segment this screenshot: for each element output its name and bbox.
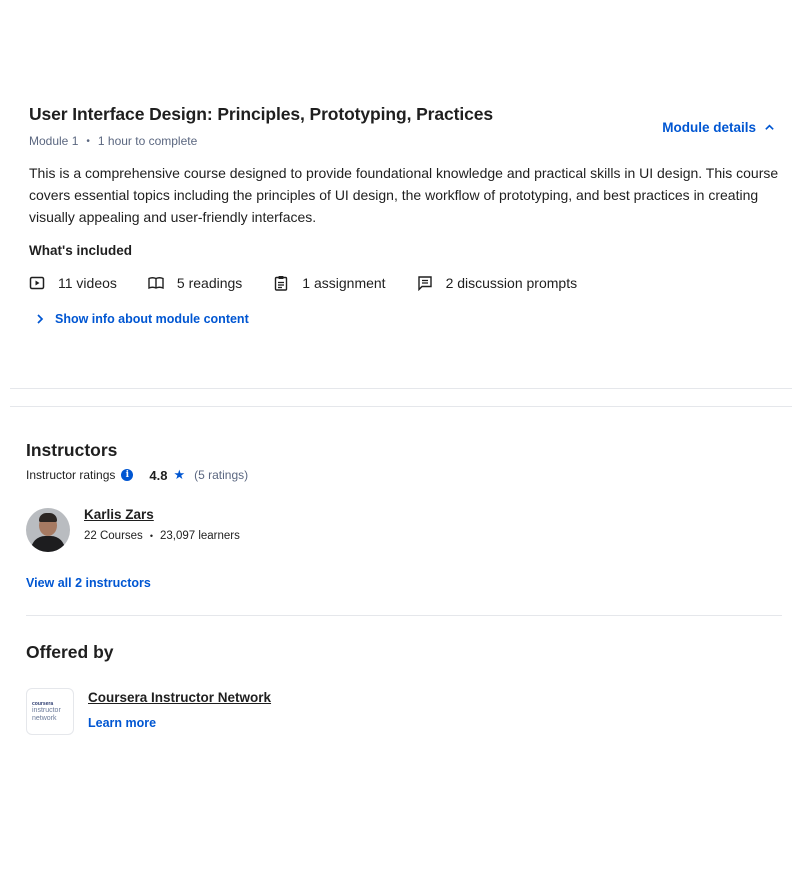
instructor-name-link[interactable]: Karlis Zars [84, 507, 240, 522]
divider [10, 406, 792, 407]
show-module-info-link[interactable]: Show info about module content [35, 312, 781, 326]
included-item-label: 1 assignment [302, 275, 386, 291]
included-item-label: 5 readings [176, 275, 243, 291]
logo-text: network [32, 714, 57, 722]
instructor-courses: 22 Courses [84, 530, 143, 542]
star-icon: ★ [173, 467, 186, 482]
video-icon [29, 276, 45, 290]
view-all-instructors-link[interactable]: View all 2 instructors [26, 576, 766, 590]
module-duration: 1 hour to complete [97, 134, 198, 148]
included-item-readings: 5 readings [148, 275, 242, 291]
module-meta: Module 1 • 1 hour to complete [29, 134, 781, 148]
logo-text: instructor [32, 706, 61, 714]
module-description: This is a comprehensive course designed … [29, 165, 779, 225]
ratings-label: Instructor ratings [26, 468, 116, 482]
info-icon[interactable]: i [121, 469, 134, 481]
offered-by-section: Offered by coursera instructor network C… [26, 642, 766, 735]
instructor-info: Karlis Zars 22 Courses • 23,097 learners [84, 507, 240, 542]
included-item-assignment: 1 assignment [273, 275, 386, 291]
rating-value: 4.8 [149, 467, 168, 483]
rating-count: (5 ratings) [194, 468, 249, 482]
partner-info: Coursera Instructor Network Learn more [88, 688, 271, 730]
included-list: 11 videos 5 readings 1 assignment 2 disc… [29, 275, 781, 291]
instructor-meta: 22 Courses • 23,097 learners [84, 530, 240, 542]
instructor-card: Karlis Zars 22 Courses • 23,097 learners [26, 507, 766, 552]
included-item-label: 11 videos [58, 275, 117, 291]
show-info-label: Show info about module content [55, 312, 249, 326]
divider [26, 615, 782, 616]
partner-logo[interactable]: coursera instructor network [26, 688, 74, 735]
chat-icon [417, 276, 432, 291]
instructors-section: Instructors Instructor ratings i 4.8 ★ (… [26, 440, 766, 590]
instructors-heading: Instructors [26, 440, 118, 460]
included-item-videos: 11 videos [29, 275, 117, 291]
avatar[interactable] [26, 508, 70, 552]
module-section: User Interface Design: Principles, Proto… [29, 104, 781, 326]
offered-by-heading: Offered by [26, 642, 114, 662]
partner-card: coursera instructor network Coursera Ins… [26, 688, 766, 735]
module-details-label: Module details [662, 120, 756, 135]
instructor-learners: 23,097 learners [159, 530, 240, 542]
instructor-ratings: Instructor ratings i 4.8 ★ (5 ratings) [26, 467, 766, 483]
learn-more-link[interactable]: Learn more [88, 716, 271, 730]
chevron-right-icon [37, 314, 44, 324]
divider [10, 388, 792, 389]
module-number: Module 1 [29, 134, 79, 148]
included-item-discussions: 2 discussion prompts [417, 275, 578, 291]
partner-name-link[interactable]: Coursera Instructor Network [88, 690, 271, 705]
book-icon [148, 277, 164, 290]
separator-dot: • [149, 531, 153, 541]
chevron-up-icon [765, 124, 774, 130]
clipboard-icon [275, 276, 288, 291]
whats-included-heading: What's included [29, 243, 132, 258]
module-details-toggle[interactable]: Module details [662, 120, 775, 135]
separator-dot: • [86, 135, 90, 147]
included-item-label: 2 discussion prompts [445, 275, 578, 291]
